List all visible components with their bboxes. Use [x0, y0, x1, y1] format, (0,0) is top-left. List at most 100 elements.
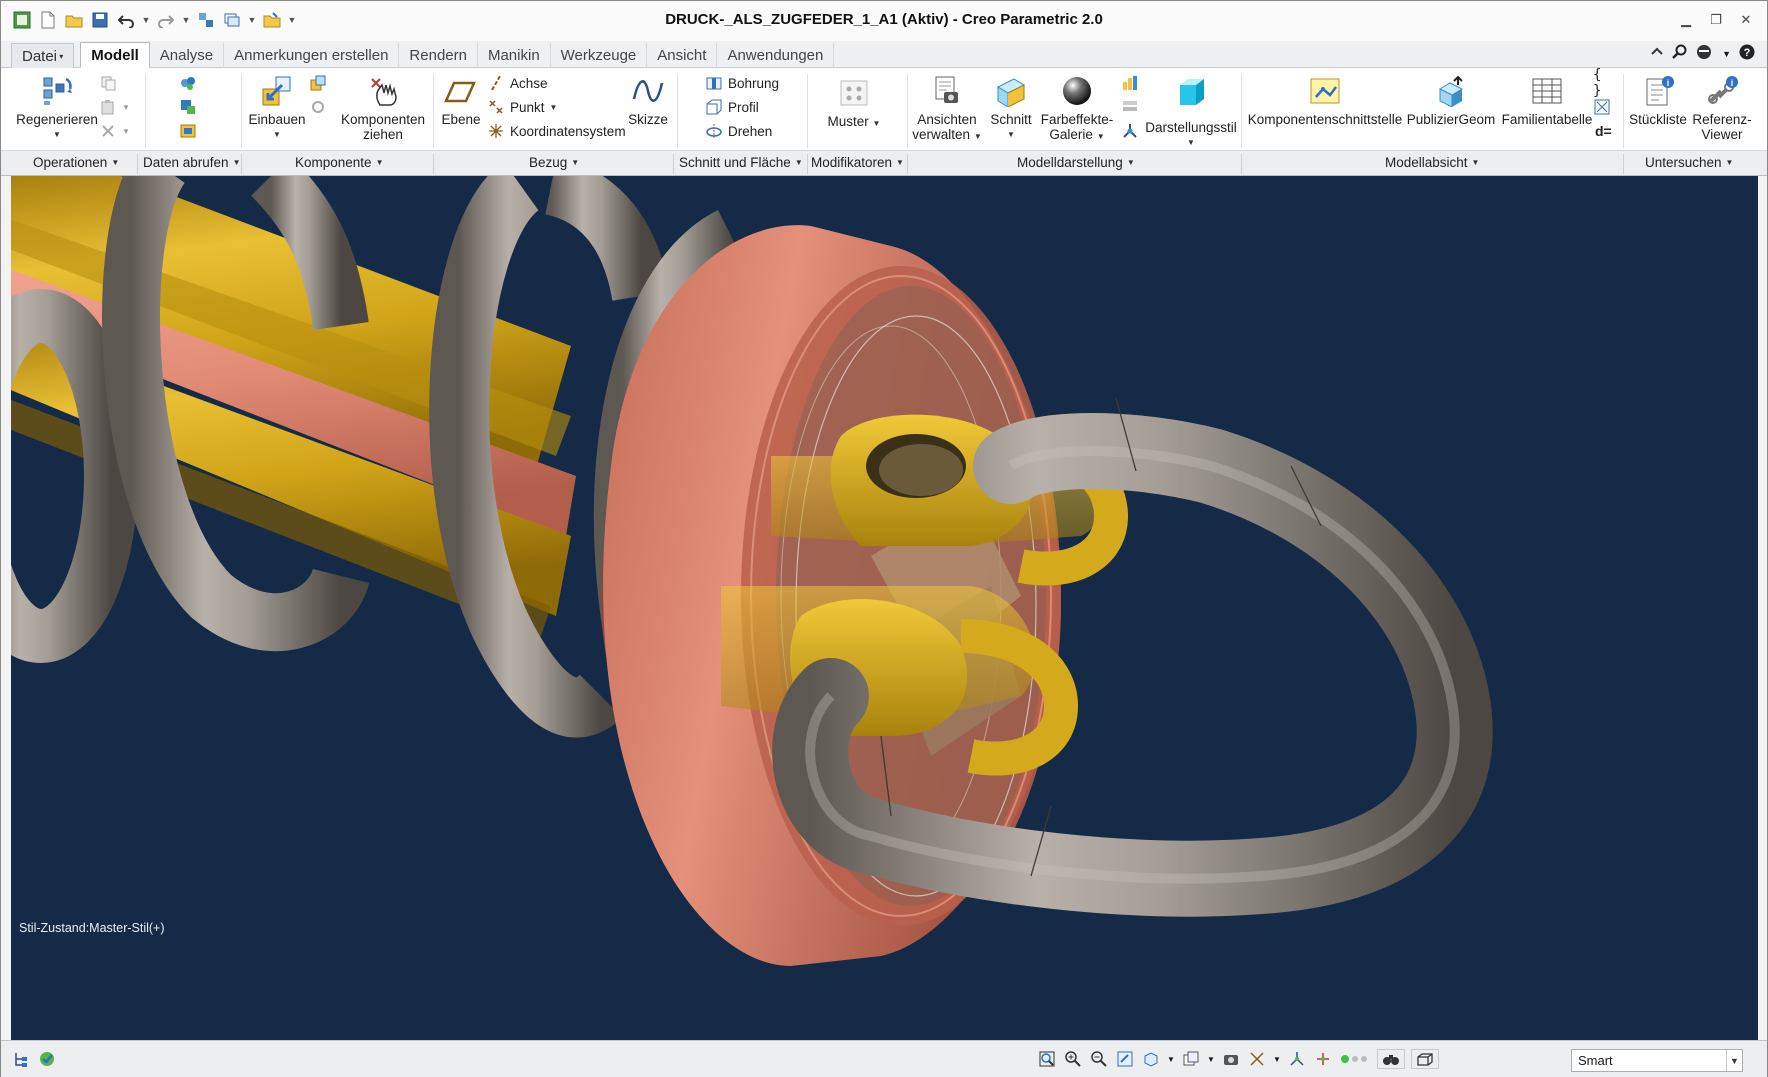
- paste-icon: [99, 98, 117, 116]
- reference-viewer-icon: i: [1704, 74, 1740, 108]
- bohrung-button[interactable]: Bohrung: [705, 72, 779, 94]
- create-component-button[interactable]: [309, 72, 327, 94]
- tab-rendern[interactable]: Rendern: [399, 43, 478, 68]
- tab-analyse[interactable]: Analyse: [150, 43, 225, 68]
- skizze-label: Skizze: [628, 112, 668, 127]
- zoom-out-icon[interactable]: [1089, 1049, 1109, 1069]
- shrinkwrap-button[interactable]: [179, 120, 197, 142]
- chevron-down-icon: ▼: [872, 119, 881, 128]
- tab-anwendungen[interactable]: Anwendungen: [717, 43, 835, 68]
- display-style-small-3-button[interactable]: [1121, 120, 1139, 142]
- minimize-ribbon-icon[interactable]: [1650, 45, 1664, 62]
- koordinatensystem-button[interactable]: Koordinatensystem: [487, 120, 626, 142]
- close-icon[interactable]: ✕: [1735, 9, 1757, 31]
- group-schnitt-und-flaeche[interactable]: Schnitt und Fläche ▼: [679, 155, 803, 170]
- komponentenschnittstelle-label: Komponentenschnittstelle: [1247, 112, 1403, 127]
- selection-box-icon[interactable]: [1411, 1049, 1439, 1069]
- user-defined-feature-button[interactable]: [179, 72, 197, 94]
- spin-center-icon[interactable]: [1287, 1049, 1307, 1069]
- group-modifikatoren[interactable]: Modifikatoren ▼: [811, 155, 904, 170]
- komponenten-ziehen-label-1: Komponenten: [340, 112, 426, 127]
- punkt-button[interactable]: Punkt ▼: [487, 96, 557, 118]
- familientabelle-button[interactable]: Familientabelle: [1499, 74, 1595, 127]
- zoom-in-icon[interactable]: [1063, 1049, 1083, 1069]
- view-manager-dropdown-icon[interactable]: ▼: [1207, 1049, 1215, 1069]
- group-separator: [137, 154, 138, 174]
- relations-button[interactable]: d=: [1595, 120, 1612, 142]
- paste-button[interactable]: ▼: [99, 96, 130, 118]
- muster-button[interactable]: Muster ▼: [819, 76, 889, 131]
- stueckliste-button[interactable]: i Stückliste: [1625, 74, 1691, 127]
- tab-werkzeuge[interactable]: Werkzeuge: [551, 43, 648, 68]
- saved-orientations-icon[interactable]: [1141, 1049, 1161, 1069]
- repeat-component-button[interactable]: [309, 96, 327, 118]
- publiziergeom-button[interactable]: PublizierGeom: [1403, 74, 1499, 127]
- tab-modell[interactable]: Modell: [80, 42, 150, 68]
- repaint-icon[interactable]: [1115, 1049, 1135, 1069]
- family-table-icon: [1529, 74, 1565, 108]
- achse-button[interactable]: Achse: [487, 72, 548, 94]
- skizze-button[interactable]: Skizze: [623, 74, 673, 127]
- minimize-icon[interactable]: ▁: [1675, 9, 1697, 31]
- camera-icon[interactable]: [1221, 1049, 1241, 1069]
- stueckliste-label: Stückliste: [1629, 112, 1687, 127]
- relations-braces-button[interactable]: { }: [1593, 67, 1611, 99]
- community-dropdown-icon[interactable]: ▼: [1722, 49, 1731, 59]
- chevron-down-icon: ▼: [1726, 1050, 1742, 1071]
- sketch-icon: [630, 74, 666, 108]
- group-komponente[interactable]: Komponente ▼: [295, 155, 383, 170]
- datum-display-dropdown-icon[interactable]: ▼: [1273, 1049, 1281, 1069]
- komponenten-ziehen-button[interactable]: Komponenten ziehen: [337, 74, 429, 142]
- group-label: Untersuchen: [1645, 155, 1722, 170]
- group-modelldarstellung[interactable]: Modelldarstellung ▼: [1017, 155, 1135, 170]
- graphics-viewport[interactable]: Stil-Zustand:Master-Stil(+): [11, 176, 1758, 1040]
- tab-datei[interactable]: Datei ▾: [11, 43, 75, 68]
- model-tree-toggle-icon[interactable]: [11, 1049, 31, 1069]
- restore-icon[interactable]: ❐: [1705, 9, 1727, 31]
- farbeffekte-galerie-button[interactable]: Farbeffekte- Galerie ▼: [1039, 74, 1115, 144]
- komponentenschnittstelle-button[interactable]: Komponentenschnittstelle: [1247, 74, 1403, 127]
- find-binoculars-icon[interactable]: [1377, 1049, 1405, 1069]
- copy-button[interactable]: [99, 72, 117, 94]
- view-manager-status-icon[interactable]: [1181, 1049, 1201, 1069]
- ribbon-separator: [907, 74, 908, 148]
- profil-button[interactable]: Profil: [705, 96, 759, 118]
- group-operationen[interactable]: Operationen ▼: [33, 155, 119, 170]
- delete-button[interactable]: ▼: [99, 120, 130, 142]
- group-untersuchen[interactable]: Untersuchen ▼: [1645, 155, 1733, 170]
- saved-orientations-dropdown-icon[interactable]: ▼: [1167, 1049, 1175, 1069]
- help-icon[interactable]: ?: [1739, 44, 1755, 63]
- group-modellabsicht[interactable]: Modellabsicht ▼: [1385, 155, 1479, 170]
- ebene-button[interactable]: Ebene: [437, 74, 485, 127]
- profil-label: Profil: [728, 99, 759, 115]
- browser-toggle-icon[interactable]: [37, 1049, 57, 1069]
- component-interface-icon: [1307, 74, 1343, 108]
- copy-geometry-button[interactable]: [179, 96, 197, 118]
- copy-geometry-icon: [179, 98, 197, 116]
- tab-manikin[interactable]: Manikin: [478, 43, 551, 68]
- refit-icon[interactable]: [1037, 1049, 1057, 1069]
- drehen-button[interactable]: Drehen: [705, 120, 772, 142]
- community-icon[interactable]: [1696, 44, 1714, 63]
- ansichten-verwalten-button[interactable]: Ansichten verwalten ▼: [911, 74, 983, 144]
- display-style-small-2-button[interactable]: [1121, 96, 1139, 118]
- selection-filter-dropdown[interactable]: Smart ▼: [1571, 1049, 1743, 1072]
- annotation-display-icon[interactable]: [1313, 1049, 1333, 1069]
- search-icon[interactable]: [1672, 44, 1688, 63]
- datum-display-icon[interactable]: [1247, 1049, 1267, 1069]
- parameters-button[interactable]: [1593, 96, 1611, 118]
- schnitt-button[interactable]: Schnitt ▼: [985, 74, 1037, 142]
- koordinatensystem-label: Koordinatensystem: [510, 123, 626, 139]
- regenerieren-button[interactable]: Regenerieren ▼: [15, 74, 99, 142]
- darstellungsstil-button[interactable]: Darstellungsstil ▼: [1143, 74, 1239, 150]
- display-style-small-1-button[interactable]: [1121, 72, 1139, 94]
- tab-anmerkungen-erstellen[interactable]: Anmerkungen erstellen: [224, 43, 400, 68]
- einbauen-button[interactable]: Einbauen ▼: [245, 74, 309, 142]
- referenz-viewer-button[interactable]: i Referenz- Viewer: [1689, 74, 1755, 142]
- group-bezug[interactable]: Bezug ▼: [529, 155, 579, 170]
- coordinate-system-icon: [487, 122, 505, 140]
- group-daten-abrufen[interactable]: Daten abrufen ▼: [143, 155, 240, 170]
- chevron-down-icon: ▼: [53, 130, 61, 139]
- tab-ansicht[interactable]: Ansicht: [647, 43, 718, 68]
- ribbon-separator: [807, 74, 808, 148]
